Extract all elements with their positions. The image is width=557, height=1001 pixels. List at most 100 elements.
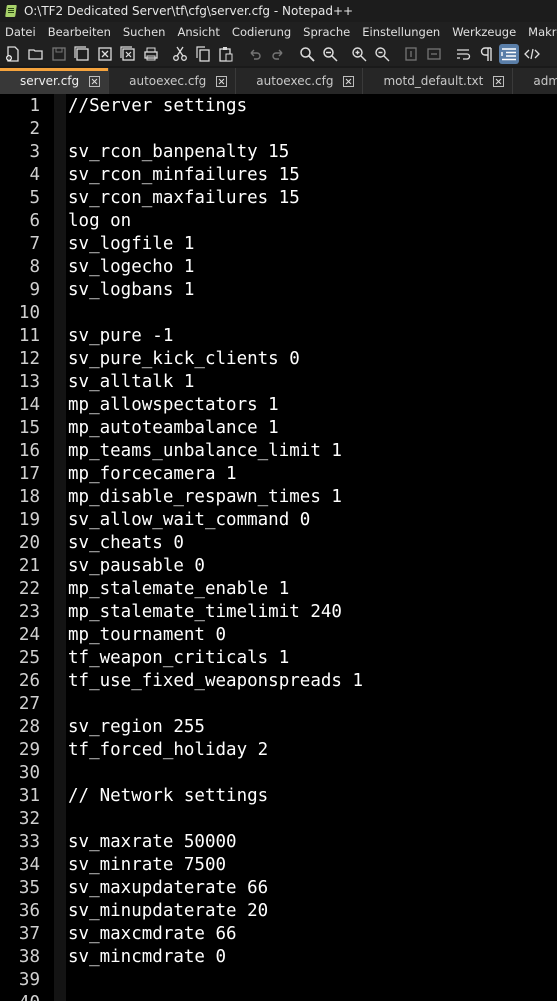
tab-autoexec-cfg[interactable]: autoexec.cfg (236, 68, 364, 94)
line-text: //Server settings (68, 96, 248, 116)
editor-line[interactable]: 7 sv_logfile 1 (0, 233, 557, 256)
find-icon[interactable] (297, 44, 317, 64)
editor-line[interactable]: 36 sv_minupdaterate 20 (0, 900, 557, 923)
menu-sprache[interactable]: Sprache (297, 25, 356, 39)
menu-werkzeuge[interactable]: Werkzeuge (446, 25, 522, 39)
editor-line[interactable]: 6 log on (0, 210, 557, 233)
indent-guide-icon[interactable] (499, 44, 519, 64)
close-icon[interactable] (216, 75, 228, 87)
editor-line[interactable]: 24 mp_tournament 0 (0, 624, 557, 647)
close-icon[interactable] (89, 75, 101, 87)
editor-line[interactable]: 27 (0, 693, 557, 716)
editor-line[interactable]: 3 sv_rcon_banpenalty 15 (0, 141, 557, 164)
editor-line[interactable]: 12 sv_pure_kick_clients 0 (0, 348, 557, 371)
editor-line[interactable]: 11 sv_pure -1 (0, 325, 557, 348)
line-number: 7 (29, 234, 40, 254)
menu-codierung[interactable]: Codierung (226, 25, 297, 39)
editor-line[interactable]: 20 sv_cheats 0 (0, 532, 557, 555)
line-text: sv_maxupdaterate 66 (68, 878, 269, 898)
editor-line[interactable]: 17 mp_forcecamera 1 (0, 463, 557, 486)
zoom-out-icon[interactable] (372, 44, 392, 64)
open-file-icon[interactable] (26, 44, 46, 64)
copy-icon[interactable] (193, 44, 213, 64)
editor-line[interactable]: 9 sv_logbans 1 (0, 279, 557, 302)
editor-line[interactable]: 4 sv_rcon_minfailures 15 (0, 164, 557, 187)
sync-horizontal-scroll-icon[interactable] (424, 44, 444, 64)
editor-line[interactable]: 40 (0, 992, 557, 1001)
editor-line[interactable]: 13 sv_alltalk 1 (0, 371, 557, 394)
save-all-icon[interactable] (72, 44, 92, 64)
editor-line[interactable]: 28 sv_region 255 (0, 716, 557, 739)
line-text: mp_stalemate_timelimit 240 (68, 602, 342, 622)
tab-autoexec-cfg[interactable]: autoexec.cfg (109, 68, 237, 94)
menu-makros[interactable]: Makros (522, 25, 557, 39)
editor-line[interactable]: 26 tf_use_fixed_weaponspreads 1 (0, 670, 557, 693)
menu-bearbeiten[interactable]: Bearbeiten (42, 25, 117, 39)
show-all-characters-icon[interactable] (476, 44, 496, 64)
line-number: 39 (18, 970, 40, 990)
editor-line[interactable]: 33 sv_maxrate 50000 (0, 831, 557, 854)
editor-line[interactable]: 22 mp_stalemate_enable 1 (0, 578, 557, 601)
editor-line[interactable]: 8 sv_logecho 1 (0, 256, 557, 279)
editor-line[interactable]: 15 mp_autoteambalance 1 (0, 417, 557, 440)
new-file-icon[interactable] (3, 44, 23, 64)
line-text: sv_rcon_banpenalty 15 (68, 142, 290, 162)
save-icon[interactable] (49, 44, 69, 64)
code-icon[interactable] (522, 44, 542, 64)
editor-line[interactable]: 23 mp_stalemate_timelimit 240 (0, 601, 557, 624)
editor-line[interactable]: 10 (0, 302, 557, 325)
tab-server-cfg[interactable]: server.cfg (0, 68, 110, 94)
print-icon[interactable] (141, 44, 161, 64)
editor-line[interactable]: 30 (0, 762, 557, 785)
paste-icon[interactable] (216, 44, 236, 64)
editor[interactable]: 1//Server settings 2 3 sv_rcon_banpenalty 1… (0, 94, 557, 1001)
line-text: mp_allowspectators 1 (68, 395, 279, 415)
editor-line[interactable]: 2 (0, 118, 557, 141)
line-number: 14 (18, 395, 40, 415)
redo-icon[interactable] (268, 44, 288, 64)
sync-vertical-scroll-icon[interactable] (401, 44, 421, 64)
menu-einstellungen[interactable]: Einstellungen (356, 25, 446, 39)
line-text: sv_logecho 1 (68, 257, 195, 277)
undo-icon[interactable] (245, 44, 265, 64)
zoom-in-icon[interactable] (349, 44, 369, 64)
tab-label: autoexec.cfg (256, 74, 334, 88)
editor-line[interactable]: 16 mp_teams_unbalance_limit 1 (0, 440, 557, 463)
editor-line[interactable]: 34 sv_minrate 7500 (0, 854, 557, 877)
editor-line[interactable]: 29 tf_forced_holiday 2 (0, 739, 557, 762)
editor-line[interactable]: 39 (0, 969, 557, 992)
editor-line[interactable]: 32 (0, 808, 557, 831)
editor-line[interactable]: 19 sv_allow_wait_command 0 (0, 509, 557, 532)
editor-line[interactable]: 14 mp_allowspectators 1 (0, 394, 557, 417)
word-wrap-icon[interactable] (453, 44, 473, 64)
line-number: 36 (18, 901, 40, 921)
close-all-icon[interactable] (118, 44, 138, 64)
tab-motd-default-txt[interactable]: motd_default.txt (363, 68, 514, 94)
close-icon[interactable] (343, 75, 355, 87)
line-text: sv_pausable 0 (68, 556, 205, 576)
replace-icon[interactable] (320, 44, 340, 64)
editor-line[interactable]: 37 sv_maxcmdrate 66 (0, 923, 557, 946)
line-number: 13 (18, 372, 40, 392)
editor-line[interactable]: 21 sv_pausable 0 (0, 555, 557, 578)
line-number: 40 (0, 992, 40, 1001)
line-text: sv_minrate 7500 (68, 855, 227, 875)
cut-icon[interactable] (170, 44, 190, 64)
editor-line[interactable]: 31 // Network settings (0, 785, 557, 808)
editor-line[interactable]: 18 mp_disable_respawn_times 1 (0, 486, 557, 509)
editor-line[interactable]: 1 //Server settings (0, 95, 557, 118)
close-icon[interactable] (493, 75, 505, 87)
editor-line[interactable]: 5 sv_rcon_maxfailures 15 (0, 187, 557, 210)
line-number: 29 (18, 740, 40, 760)
line-text: sv_logbans 1 (68, 280, 195, 300)
tab-bar: server.cfg autoexec.cfg autoexec.cfg motd_d… (0, 66, 557, 94)
line-number: 37 (18, 924, 40, 944)
editor-line[interactable]: 35 sv_maxupdaterate 66 (0, 877, 557, 900)
menu-ansicht[interactable]: Ansicht (171, 25, 225, 39)
tab-admins-cfg[interactable]: admins.cfg (513, 68, 557, 94)
editor-line[interactable]: 38 sv_mincmdrate 0 (0, 946, 557, 969)
editor-line[interactable]: 25 tf_weapon_criticals 1 (0, 647, 557, 670)
menu-suchen[interactable]: Suchen (117, 25, 172, 39)
close-file-icon[interactable] (95, 44, 115, 64)
menu-datei[interactable]: Datei (0, 25, 42, 39)
